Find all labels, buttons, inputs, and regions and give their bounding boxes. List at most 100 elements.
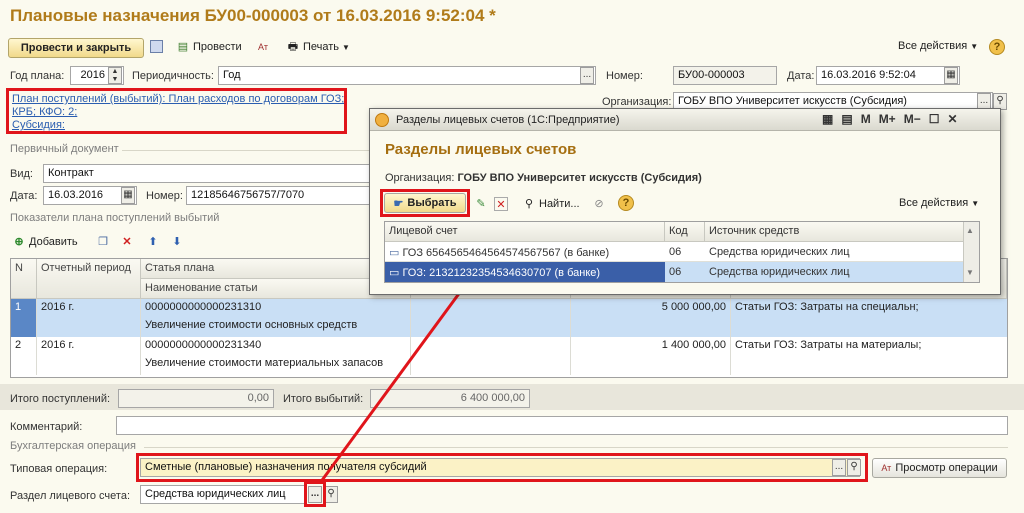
row-name: Увеличение стоимости основных средств	[141, 317, 411, 337]
row-name: Увеличение стоимости материальных запасо…	[141, 355, 411, 375]
scroll-down-icon[interactable]: ▼	[966, 268, 974, 277]
code-value: 06	[669, 266, 682, 278]
highlight-links-box	[6, 88, 347, 134]
total-out-field: 6 400 000,00	[370, 389, 530, 408]
highlight-select-box	[380, 189, 470, 217]
close-icon[interactable]: ✕	[947, 112, 957, 126]
restore-icon[interactable]: ☐	[929, 112, 940, 126]
col-code-header[interactable]: Код	[665, 222, 705, 242]
account-cell: ▭ ГОЗ 6564565464564574567567 (в банке)	[389, 246, 609, 259]
find-label: Найти...	[539, 198, 580, 210]
add-row-button[interactable]: ⊕ Добавить	[12, 235, 78, 249]
view-operation-label: Просмотр операции	[895, 462, 998, 474]
row-amount: 5 000 000,00	[571, 299, 731, 337]
comment-field[interactable]	[116, 416, 1008, 435]
calendar-icon[interactable]: ▦	[121, 187, 135, 204]
source-value: Средства юридических лиц	[709, 246, 850, 258]
dialog-heading: Разделы лицевых счетов	[385, 141, 577, 158]
chevron-down-icon: ▼	[970, 41, 979, 51]
edit-button[interactable]: ✎	[474, 197, 488, 211]
scroll-up-icon[interactable]: ▲	[966, 226, 974, 235]
memory-m-button[interactable]: M	[861, 112, 871, 126]
account-section-label: Раздел лицевого счета:	[10, 490, 131, 502]
delete-mark-button[interactable]: ✕	[494, 197, 508, 211]
account-value: ГОЗ 6564565464564574567567 (в банке)	[402, 247, 610, 259]
delete-icon: ✕	[494, 197, 508, 211]
memory-plus-button[interactable]: M+	[879, 112, 896, 126]
calendar-icon[interactable]: ▤	[841, 112, 852, 126]
save-icon	[150, 40, 163, 53]
kind-field[interactable]: Контракт	[43, 164, 373, 183]
save-button[interactable]	[150, 40, 163, 53]
number-field[interactable]: БУ00-000003	[673, 66, 777, 85]
search-icon: ⚲	[524, 198, 534, 210]
add-icon: ⊕	[14, 236, 24, 248]
row-period: 2016 г.	[37, 299, 141, 337]
help-icon[interactable]: ?	[618, 195, 634, 211]
post-button[interactable]: ▤ Провести	[176, 40, 242, 54]
cancel-search-button[interactable]: ⊘	[592, 197, 606, 211]
view-operation-button[interactable]: Ат Просмотр операции	[872, 458, 1007, 478]
highlight-choose-box	[304, 481, 326, 507]
account-value: ГОЗ: 21321232354534630707 (в банке)	[402, 267, 601, 279]
list-item[interactable]: ▭ ГОЗ 6564565464564574567567 (в банке) 0…	[385, 242, 963, 262]
account-item-icon: ▭	[389, 247, 403, 259]
total-out-label: Итого выбытий:	[283, 393, 364, 405]
account-section-field[interactable]: Средства юридических лиц	[140, 485, 306, 504]
row-amount: 1 400 000,00	[571, 337, 731, 375]
search-icon[interactable]: ⚲	[324, 486, 338, 503]
dt-kt-icon: Ат	[881, 463, 892, 473]
section-divider	[122, 150, 370, 151]
memory-minus-button[interactable]: M−	[904, 112, 921, 126]
operation-label: Типовая операция:	[10, 463, 108, 475]
total-in-label: Итого поступлений:	[10, 393, 111, 405]
row-source: Статьи ГОЗ: Затраты на материалы;	[735, 339, 922, 351]
dt-kt-button[interactable]: Ат	[256, 40, 270, 54]
col-n-header[interactable]: N	[11, 259, 37, 299]
printer-icon: 🖶	[287, 41, 299, 53]
period-field[interactable]: Год	[218, 66, 596, 85]
date-field[interactable]: 16.03.2016 9:52:04	[816, 66, 960, 85]
dialog-org-value: ГОБУ ВПО Университет искусств (Субсидия)	[457, 172, 702, 184]
list-item[interactable]: ▭ ГОЗ: 21321232354534630707 (в банке) 06…	[385, 262, 963, 282]
total-in-field: 0,00	[118, 389, 274, 408]
period-label: Периодичность:	[132, 70, 214, 82]
col-period-header[interactable]: Отчетный период	[37, 259, 141, 299]
add-label: Добавить	[29, 236, 78, 248]
col-source-header[interactable]: Источник средств	[705, 222, 963, 242]
table-row[interactable]: 2 2016 г. 0000000000000231340 Увеличение…	[11, 337, 1007, 375]
year-spinner-icon[interactable]: ▲ ▼	[108, 67, 122, 84]
all-actions-menu[interactable]: Все действия ▼	[898, 40, 978, 52]
print-label: Печать	[303, 41, 340, 53]
calendar-icon[interactable]: ▦	[944, 67, 958, 84]
cancel-search-icon: ⊘	[594, 198, 604, 210]
copy-row-button[interactable]: ❐	[96, 235, 110, 249]
dialog-org-label: Организация:	[385, 172, 455, 184]
vertical-scrollbar[interactable]: ▲ ▼	[963, 222, 979, 282]
delete-row-button[interactable]: ✕	[120, 235, 134, 249]
help-icon[interactable]: ?	[989, 39, 1005, 55]
row-code: 0000000000000231310	[141, 299, 411, 317]
dt-kt-icon: Ат	[258, 42, 268, 52]
row-number: 1	[11, 299, 37, 337]
row-number: 2	[11, 337, 37, 375]
post-label: Провести	[193, 41, 242, 53]
print-button[interactable]: 🖶 Печать ▼	[286, 40, 350, 54]
dialog-all-actions-label: Все действия	[899, 197, 969, 209]
row-period: 2016 г.	[37, 337, 141, 375]
section-divider	[144, 447, 1008, 448]
move-down-button[interactable]: ⬇	[170, 235, 184, 249]
col-account-header[interactable]: Лицевой счет	[385, 222, 665, 242]
primary-number-field[interactable]: 12185646756757/7070	[186, 186, 376, 205]
accounts-table[interactable]: Лицевой счет Код Источник средств ▭ ГОЗ …	[384, 221, 980, 283]
dialog-org-line: Организация: ГОБУ ВПО Университет искусс…	[385, 172, 702, 184]
calc-icon[interactable]: ▦	[822, 112, 833, 126]
period-choose-button[interactable]: ...	[580, 67, 594, 84]
dialog-all-actions-menu[interactable]: Все действия ▼	[899, 197, 979, 209]
move-up-button[interactable]: ⬆	[146, 235, 160, 249]
pencil-icon: ✎	[476, 198, 486, 210]
post-and-close-button[interactable]: Провести и закрыть	[8, 38, 144, 58]
find-button[interactable]: ⚲ Найти...	[522, 197, 580, 211]
table-row[interactable]: 1 2016 г. 0000000000000231310 Увеличение…	[11, 299, 1007, 337]
copy-icon: ❐	[98, 236, 108, 248]
